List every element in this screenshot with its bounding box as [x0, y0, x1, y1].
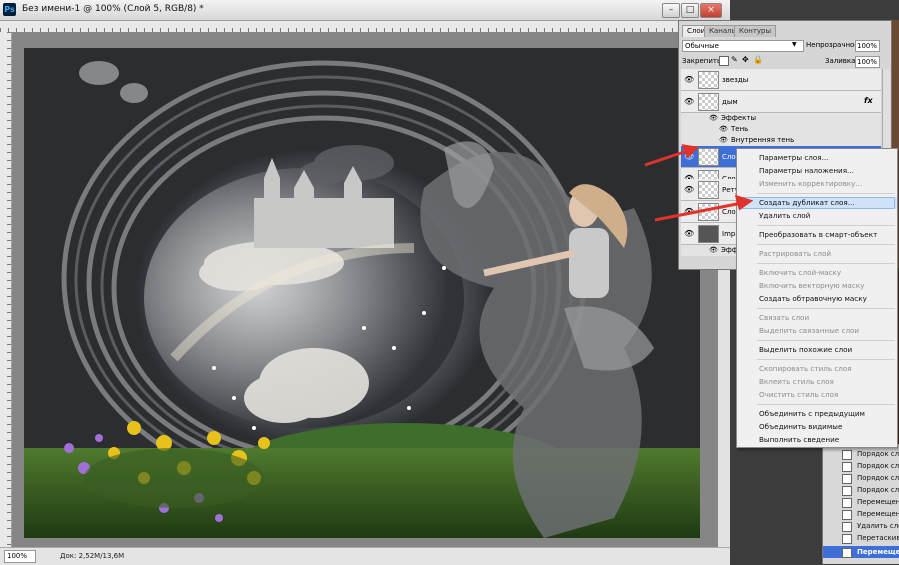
annotation-arrows: [644, 144, 754, 222]
arrow-to-layer: [644, 148, 691, 167]
arrow-head: [681, 144, 700, 159]
arrow-to-menu-item: [654, 201, 743, 222]
arrow-head: [734, 194, 754, 211]
